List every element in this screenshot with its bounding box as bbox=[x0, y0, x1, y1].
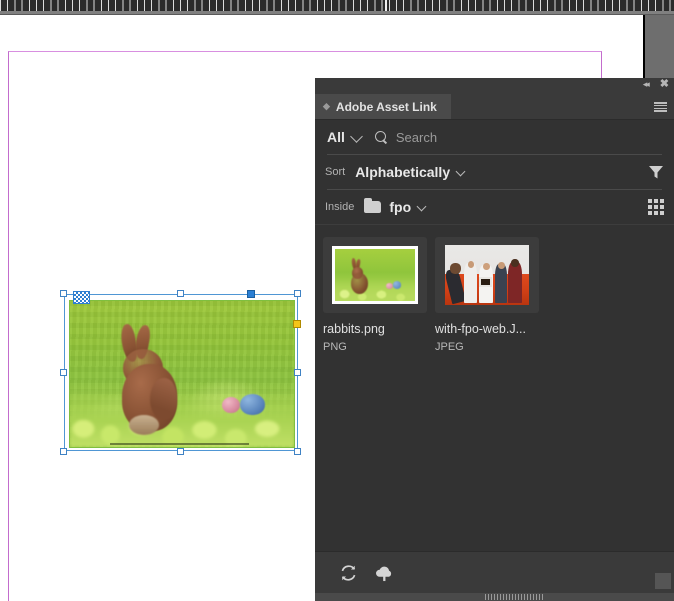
asset-name: rabbits.png bbox=[323, 322, 385, 336]
close-panel-icon[interactable]: ✖ bbox=[660, 79, 669, 90]
thumb-rabbit-body bbox=[351, 272, 369, 294]
search-scope-label[interactable]: All bbox=[327, 129, 345, 145]
asset-thumbnail[interactable] bbox=[435, 237, 539, 313]
location-chevron-down-icon[interactable] bbox=[416, 201, 427, 211]
panel-horizontal-scrollbar[interactable] bbox=[315, 593, 674, 601]
group-photo-image bbox=[445, 245, 529, 305]
person-3-head bbox=[482, 263, 490, 271]
asset-thumbnail[interactable] bbox=[323, 237, 427, 313]
person-5 bbox=[508, 261, 523, 303]
cloud-upload-icon[interactable] bbox=[374, 564, 395, 582]
panel-menu-icon[interactable] bbox=[654, 102, 667, 112]
refresh-icon[interactable] bbox=[339, 564, 358, 582]
handle-middle-right[interactable] bbox=[294, 369, 301, 376]
asset-type: JPEG bbox=[435, 341, 464, 353]
person-4-head bbox=[497, 261, 505, 269]
handle-top-left[interactable] bbox=[60, 290, 67, 297]
location-row[interactable]: Inside fpo bbox=[315, 190, 674, 224]
thumb-egg-blue bbox=[392, 281, 402, 289]
held-picture-frame bbox=[479, 276, 493, 287]
person-1-head bbox=[450, 263, 461, 274]
handle-top-right[interactable] bbox=[294, 290, 301, 297]
panel-tabbar[interactable]: ◆ Adobe Asset Link bbox=[315, 94, 674, 120]
group-photo-thumbnail bbox=[445, 245, 529, 305]
person-4 bbox=[494, 264, 508, 303]
search-row[interactable]: All bbox=[315, 120, 674, 154]
sort-value[interactable]: Alphabetically bbox=[355, 164, 450, 180]
handle-middle-left[interactable] bbox=[60, 369, 67, 376]
asset-name: with-fpo-web.J... bbox=[435, 322, 527, 336]
asset-item[interactable]: with-fpo-web.J... JPEG bbox=[435, 237, 539, 353]
panel-footer bbox=[315, 551, 674, 593]
tab-adobe-asset-link[interactable]: ◆ Adobe Asset Link bbox=[315, 94, 451, 119]
ruler-position-marker bbox=[385, 0, 387, 11]
sort-chevron-down-icon[interactable] bbox=[455, 166, 466, 176]
tab-label: Adobe Asset Link bbox=[335, 99, 437, 114]
indesign-window: ◂◂ ✖ ◆ Adobe Asset Link All Search Sort … bbox=[0, 0, 674, 601]
selected-image-frame[interactable] bbox=[60, 290, 301, 455]
search-icon bbox=[374, 130, 388, 144]
location-folder-name[interactable]: fpo bbox=[389, 199, 411, 215]
scrollbar-grip[interactable] bbox=[485, 594, 545, 600]
collapse-panel-icon[interactable]: ◂◂ bbox=[643, 80, 650, 89]
handle-bottom-left[interactable] bbox=[60, 448, 67, 455]
rabbit-thumb-image bbox=[335, 249, 415, 301]
asset-grid: rabbits.png PNG with-fpo-web.J... JPEG bbox=[315, 225, 674, 353]
filter-icon[interactable] bbox=[648, 165, 664, 180]
frame-outline bbox=[64, 294, 298, 451]
rabbits-thumbnail bbox=[332, 246, 418, 304]
sort-row[interactable]: Sort Alphabetically bbox=[315, 155, 674, 189]
handle-bottom-right[interactable] bbox=[294, 448, 301, 455]
content-grabber-icon[interactable] bbox=[73, 291, 90, 304]
search-scope-chevron-down-icon[interactable] bbox=[350, 129, 363, 143]
sort-label: Sort bbox=[325, 166, 346, 178]
asset-type: PNG bbox=[323, 341, 347, 353]
asset-item[interactable]: rabbits.png PNG bbox=[323, 237, 427, 353]
search-input[interactable] bbox=[395, 129, 664, 145]
panel-titlebar[interactable]: ◂◂ ✖ bbox=[315, 78, 674, 94]
person-2-head bbox=[467, 260, 475, 268]
corner-radius-handle[interactable] bbox=[293, 320, 301, 328]
grid-view-icon[interactable] bbox=[648, 199, 664, 215]
panel-body: All Sort Alphabetically Inside bbox=[315, 120, 674, 601]
handle-bottom-center[interactable] bbox=[177, 448, 184, 455]
horizontal-ruler[interactable] bbox=[0, 0, 674, 15]
panel-resize-grip[interactable] bbox=[655, 573, 671, 589]
person-2 bbox=[464, 263, 477, 303]
folder-icon bbox=[364, 198, 382, 213]
tab-grip-icon: ◆ bbox=[323, 101, 330, 111]
person-5-head bbox=[511, 258, 519, 267]
location-label: Inside bbox=[325, 201, 355, 213]
thumb-egg-pink bbox=[386, 282, 393, 289]
thumb-rabbit bbox=[346, 258, 373, 294]
handle-top-center[interactable] bbox=[177, 290, 184, 297]
ruler-base bbox=[0, 11, 674, 14]
adobe-asset-link-panel[interactable]: ◂◂ ✖ ◆ Adobe Asset Link All Search Sort … bbox=[315, 78, 674, 601]
fill-handle[interactable] bbox=[247, 290, 255, 298]
